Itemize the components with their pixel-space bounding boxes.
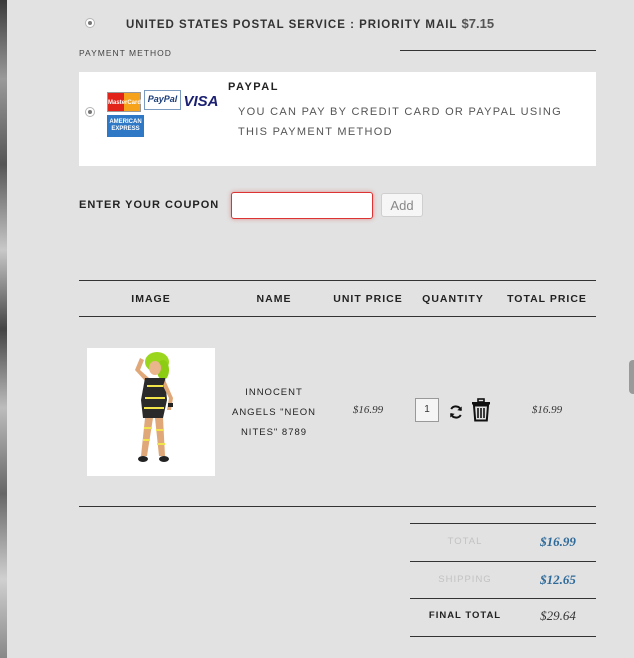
amex-logo: AMERICAN EXPRESS <box>107 115 144 137</box>
cart-table-top-border <box>79 280 596 281</box>
total-value: $16.99 <box>540 534 576 549</box>
column-header-name: NAME <box>256 293 292 305</box>
payment-method-box: MasterCard PayPal VISA AMERICAN EXPRESS … <box>79 72 596 166</box>
amex-logo-line1: AMERICAN <box>109 119 142 125</box>
line-total-price: $16.99 <box>531 404 563 416</box>
trash-icon[interactable] <box>471 398 491 427</box>
coupon-input[interactable] <box>231 192 373 219</box>
final-total-value: $29.64 <box>540 608 576 623</box>
add-coupon-button[interactable]: Add <box>381 193 423 217</box>
column-header-image: IMAGE <box>131 293 171 305</box>
column-header-quantity: QUANTITY <box>422 293 484 305</box>
final-total-label: FINAL TOTAL <box>428 610 502 621</box>
cart-table-header-border <box>79 316 596 317</box>
shipping-summary-label: SHIPPING <box>438 574 492 585</box>
summary-divider-1 <box>410 561 596 562</box>
product-figure-icon <box>135 352 173 462</box>
product-name[interactable]: INNOCENT ANGELS "NEON NITES" 8789 <box>228 383 320 443</box>
shipping-radio[interactable] <box>85 18 95 28</box>
background-edge-right <box>629 360 634 394</box>
shipping-price: $7.15 <box>461 16 495 31</box>
shipping-summary-value: $12.65 <box>540 572 576 587</box>
visa-logo: VISA <box>182 92 220 112</box>
coupon-label: ENTER YOUR COUPON <box>79 199 220 211</box>
payment-option-title: PAYPAL <box>228 81 279 93</box>
payment-radio-paypal[interactable] <box>85 107 95 117</box>
shipping-method-name: UNITED STATES POSTAL SERVICE : PRIORITY … <box>126 19 458 31</box>
total-label: TOTAL <box>447 536 483 547</box>
refresh-icon[interactable] <box>448 404 464 425</box>
cart-table-bottom-border <box>79 506 596 507</box>
summary-top-border <box>410 523 596 524</box>
product-image[interactable] <box>87 348 215 476</box>
mastercard-logo: MasterCard <box>107 92 141 112</box>
background-edge-left <box>0 0 7 658</box>
payment-option-description: YOU CAN PAY BY CREDIT CARD OR PAYPAL USI… <box>238 106 562 138</box>
summary-bottom-border <box>410 636 596 637</box>
column-header-unit-price: UNIT PRICE <box>333 293 403 305</box>
column-header-total-price: TOTAL PRICE <box>507 293 587 305</box>
mastercard-logo-text: MasterCard <box>108 100 142 106</box>
unit-price: $16.99 <box>352 404 384 416</box>
shipping-option-label: UNITED STATES POSTAL SERVICE : PRIORITY … <box>126 16 494 31</box>
visa-logo-text: VISA <box>183 93 219 110</box>
shipping-divider <box>400 50 596 51</box>
quantity-input[interactable]: 1 <box>415 398 439 422</box>
summary-divider-2 <box>410 598 596 599</box>
card-logos: MasterCard PayPal VISA AMERICAN EXPRESS <box>107 89 222 137</box>
payment-method-title: PAYMENT METHOD <box>79 48 172 58</box>
amex-logo-line2: EXPRESS <box>111 126 140 132</box>
paypal-logo: PayPal <box>144 90 181 110</box>
paypal-logo-text: PayPal <box>147 94 178 104</box>
